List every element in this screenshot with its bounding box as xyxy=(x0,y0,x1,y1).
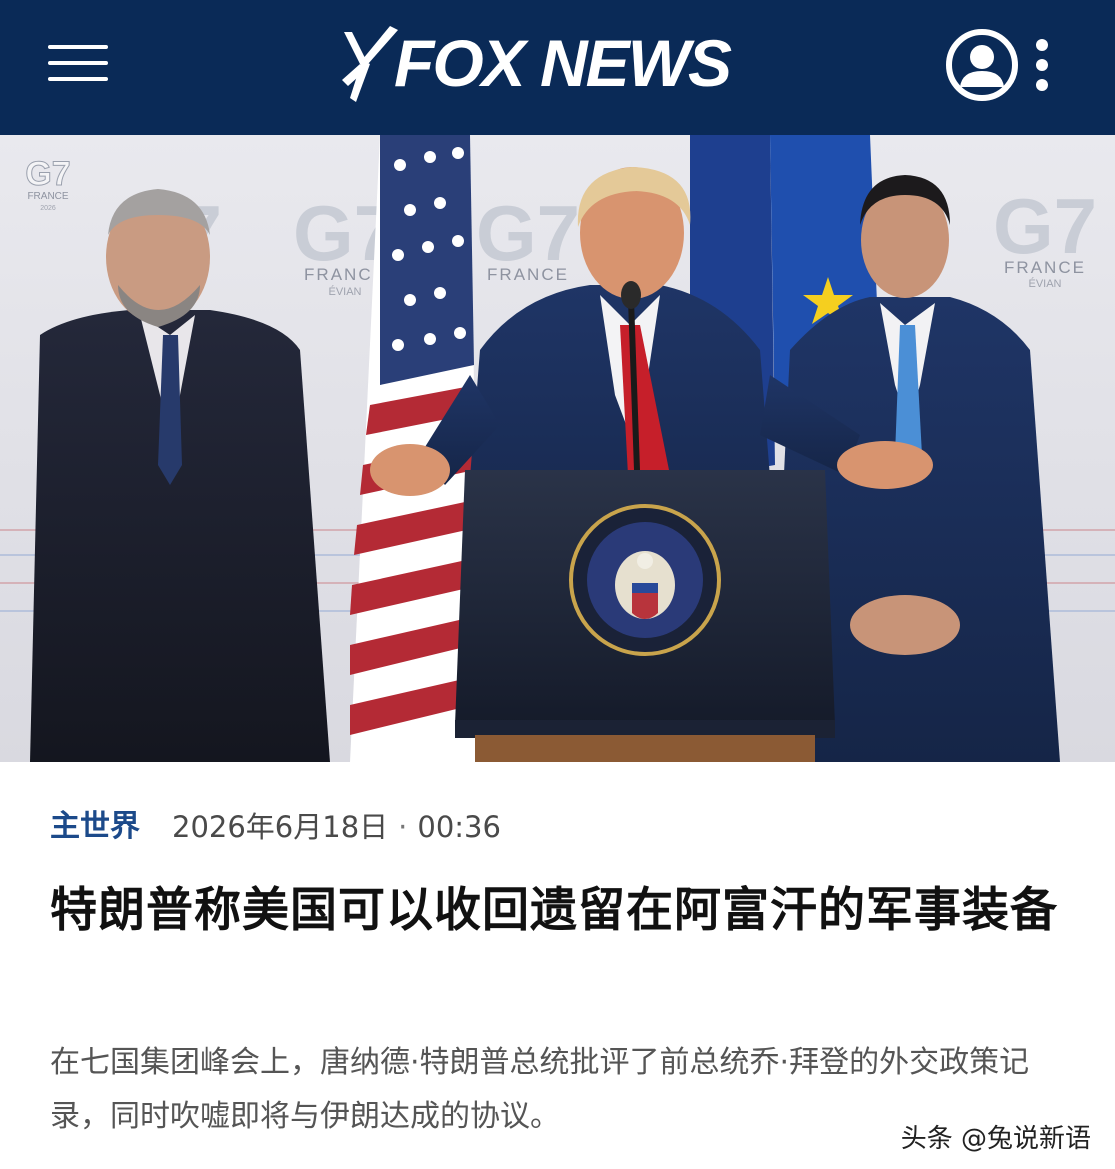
date-separator: · xyxy=(398,810,408,844)
toutiao-watermark: 头条 @兔说新语 xyxy=(900,1124,1091,1154)
svg-text:G7: G7 xyxy=(25,155,70,193)
svg-text:FRANCE: FRANCE xyxy=(1004,258,1086,277)
article-headline[interactable]: 特朗普称美国可以收回遗留在阿富汗的军事装备 xyxy=(50,868,1060,954)
svg-text:FRANCE: FRANCE xyxy=(487,265,569,284)
svg-text:G7: G7 xyxy=(476,189,580,277)
g7-backdrop-logo: G7 FRANCE xyxy=(476,189,580,284)
hero-photo[interactable]: G7 FRANCE ÉVIAN G7 FRANCE G7 FRANCE ÉVIA… xyxy=(0,135,1115,762)
user-account-icon[interactable] xyxy=(944,27,1020,103)
publish-date: 2026年6月18日 xyxy=(172,810,389,844)
brand-wordmark: FOX NEWS xyxy=(394,26,732,100)
svg-text:2026: 2026 xyxy=(40,205,56,212)
publish-time: 00:36 xyxy=(417,810,501,844)
svg-text:G7: G7 xyxy=(993,182,1097,270)
presidential-seal xyxy=(569,504,721,656)
more-vertical-icon[interactable] xyxy=(1032,39,1052,93)
g7-backdrop-logo: G7 FRANCE ÉVIAN xyxy=(993,182,1097,290)
presidential-podium xyxy=(455,470,835,762)
svg-text:ÉVIAN: ÉVIAN xyxy=(328,285,361,298)
svg-text:FRANCE: FRANCE xyxy=(27,191,68,202)
top-navigation-bar: FOX NEWS xyxy=(0,0,1115,135)
article-timestamp: 2026年6月18日 · 00:36 xyxy=(172,806,501,848)
svg-text:ÉVIAN: ÉVIAN xyxy=(1028,277,1061,290)
fox-news-searchlight-icon xyxy=(342,26,398,102)
hamburger-menu-icon[interactable] xyxy=(48,45,108,81)
section-tag-link[interactable]: 主世界 xyxy=(50,806,140,848)
fox-news-logo[interactable]: FOX NEWS xyxy=(338,22,738,102)
